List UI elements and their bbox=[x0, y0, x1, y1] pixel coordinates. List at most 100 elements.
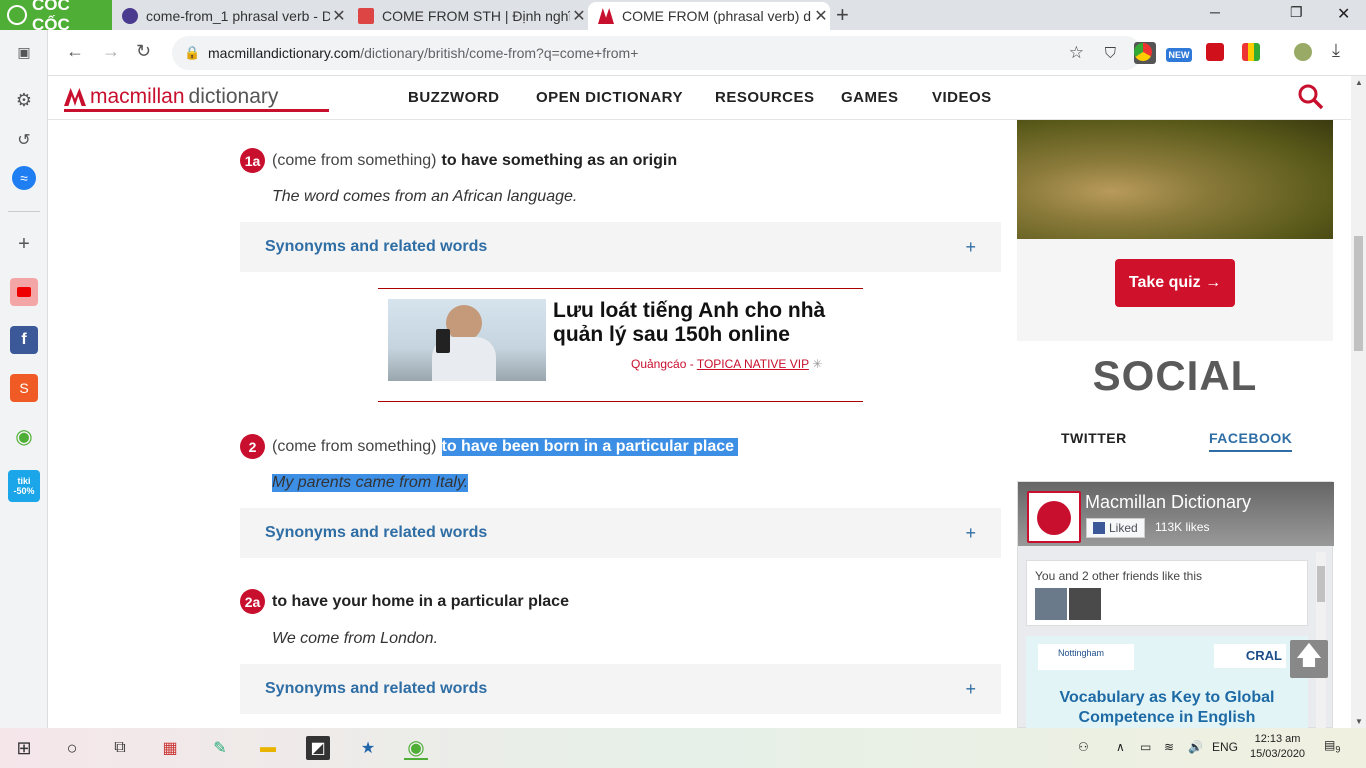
browser-toolbar: ← → ↻ 🔒 macmillandictionary.com/dictiona… bbox=[48, 30, 1366, 76]
window-icon[interactable]: ▣ bbox=[10, 38, 38, 66]
synonyms-toggle[interactable]: Synonyms and related words + bbox=[240, 664, 1001, 714]
maximize-window-icon[interactable]: ❐ bbox=[1290, 4, 1303, 21]
color-ext-icon[interactable] bbox=[1242, 43, 1260, 61]
volume-icon[interactable]: 🔊 bbox=[1188, 740, 1203, 754]
forward-icon[interactable]: → bbox=[102, 41, 120, 62]
fb-page-avatar[interactable] bbox=[1027, 491, 1081, 543]
browser-sidebar: ▣ ⚙ ↺ ≈ + f S ◉ tiki -50% bbox=[0, 30, 48, 728]
sense-number-badge: 2a bbox=[240, 589, 265, 614]
close-tab-icon[interactable]: ✕ bbox=[570, 6, 588, 26]
youtube-icon[interactable] bbox=[10, 278, 38, 306]
facebook-icon[interactable]: f bbox=[10, 326, 38, 354]
app-pinned-icon[interactable]: ▦ bbox=[158, 736, 182, 760]
file-explorer-icon[interactable]: ▬ bbox=[256, 736, 280, 760]
ad-phone bbox=[436, 329, 450, 353]
shield-icon[interactable]: ⛉ bbox=[1105, 45, 1116, 62]
nav-games[interactable]: GAMES bbox=[841, 89, 899, 106]
sense-grammar: (come from something) bbox=[272, 151, 437, 169]
wifi-icon[interactable]: ≋ bbox=[1164, 740, 1174, 754]
tray-chevron-icon[interactable]: ∧ bbox=[1116, 740, 1125, 754]
tab-facebook[interactable]: FACEBOOK bbox=[1209, 430, 1293, 452]
clock-time: 12:13 am bbox=[1254, 733, 1301, 745]
scroll-up-icon[interactable]: ▲ bbox=[1355, 78, 1363, 87]
nav-resources[interactable]: RESOURCES bbox=[715, 89, 815, 106]
scroll-down-icon[interactable]: ▼ bbox=[1355, 717, 1363, 726]
bookmark-star-icon[interactable]: ☆ bbox=[1069, 43, 1084, 63]
tab-2[interactable]: COME FROM STH | Định nghĩ ✕ bbox=[348, 2, 588, 30]
tab-twitter[interactable]: TWITTER bbox=[1061, 430, 1127, 446]
minimize-window-icon[interactable]: ─ bbox=[1210, 4, 1220, 20]
sense-2a: 2a to have your home in a particular pla… bbox=[240, 589, 569, 614]
advertisement[interactable]: Lưu loát tiếng Anh cho nhà quản lý sau 1… bbox=[378, 288, 863, 402]
ad-source-link[interactable]: TOPICA NATIVE VIP bbox=[697, 357, 809, 371]
system-clock[interactable]: 12:13 am 15/03/2020 bbox=[1250, 732, 1305, 762]
page-scrollbar[interactable]: ▲ ▼ bbox=[1351, 76, 1366, 728]
coccoc-brand-button[interactable]: CỐC CỐC bbox=[0, 0, 112, 34]
red-ext-icon[interactable] bbox=[1206, 43, 1224, 61]
close-tab-icon[interactable]: ✕ bbox=[330, 6, 348, 26]
take-quiz-button[interactable]: Take quiz → bbox=[1115, 259, 1235, 307]
app-star-icon[interactable]: ★ bbox=[356, 736, 380, 760]
add-icon[interactable]: + bbox=[10, 230, 38, 258]
reload-icon[interactable]: ↻ bbox=[136, 41, 151, 62]
scroll-thumb[interactable] bbox=[1354, 236, 1363, 351]
search-icon[interactable] bbox=[1298, 84, 1324, 110]
nav-open-dictionary[interactable]: OPEN DICTIONARY bbox=[536, 89, 683, 106]
close-window-icon[interactable]: ✕ bbox=[1337, 4, 1350, 24]
tab-3-active[interactable]: COME FROM (phrasal verb) d ✕ bbox=[588, 2, 830, 30]
task-view-icon[interactable]: ⧉ bbox=[108, 736, 132, 760]
synonyms-toggle[interactable]: Synonyms and related words + bbox=[240, 222, 1001, 272]
expand-plus-icon[interactable]: + bbox=[965, 523, 976, 544]
new-tab-icon[interactable]: + bbox=[836, 2, 849, 28]
coccoc-taskbar-icon[interactable]: ◉ bbox=[404, 736, 428, 760]
nav-videos[interactable]: VIDEOS bbox=[932, 89, 992, 106]
sense-number-badge: 2 bbox=[240, 434, 265, 459]
battery-icon[interactable]: ▭ bbox=[1140, 740, 1151, 754]
search-circle-icon[interactable]: ○ bbox=[60, 736, 84, 760]
fb-post-ad[interactable]: Nottingham CRAL Vocabulary as Key to Glo… bbox=[1026, 636, 1308, 728]
gear-icon[interactable]: ⚙ bbox=[10, 86, 38, 114]
synonyms-label: Synonyms and related words bbox=[265, 238, 488, 255]
downloads-icon[interactable]: ⤓ bbox=[1332, 40, 1340, 61]
friend-avatar[interactable] bbox=[1069, 588, 1101, 620]
logo-dictionary-text: dictionary bbox=[188, 85, 279, 108]
fb-ad-org2: CRAL bbox=[1214, 644, 1286, 668]
expand-plus-icon[interactable]: + bbox=[965, 679, 976, 700]
chrome-ext-icon[interactable] bbox=[1134, 43, 1152, 61]
profile-avatar-icon[interactable] bbox=[1294, 43, 1312, 61]
expand-plus-icon[interactable]: + bbox=[965, 237, 976, 258]
paint-app-icon[interactable]: ✎ bbox=[208, 736, 232, 760]
url-path: /dictionary/british/come-from?q=come+fro… bbox=[360, 45, 639, 61]
history-icon[interactable]: ↺ bbox=[10, 126, 38, 154]
quiz-box: Take quiz → bbox=[1017, 239, 1333, 341]
new-badge-ext-icon[interactable]: NEW bbox=[1166, 48, 1192, 62]
cambridge-favicon-icon bbox=[358, 8, 374, 24]
coccoc-logo-icon bbox=[7, 5, 27, 25]
back-icon[interactable]: ← bbox=[66, 41, 84, 62]
url-domain: macmillandictionary.com bbox=[208, 45, 361, 61]
tab-1[interactable]: come-from_1 phrasal verb - D ✕ bbox=[112, 2, 348, 30]
friend-avatar[interactable] bbox=[1035, 588, 1067, 620]
language-indicator[interactable]: ENG bbox=[1212, 740, 1238, 754]
coccoc-icon[interactable]: ◉ bbox=[10, 422, 38, 450]
close-tab-icon[interactable]: ✕ bbox=[812, 6, 830, 26]
ad-title[interactable]: Lưu loát tiếng Anh cho nhà quản lý sau 1… bbox=[553, 299, 853, 347]
fb-liked-button[interactable]: Liked bbox=[1086, 518, 1145, 538]
tiki-icon[interactable]: tiki -50% bbox=[8, 470, 40, 502]
macmillan-logo[interactable]: macmillan dictionary bbox=[64, 85, 329, 112]
people-icon[interactable]: ⚇ bbox=[1078, 740, 1089, 754]
nav-buzzword[interactable]: BUZZWORD bbox=[408, 89, 499, 106]
browser-tab-bar: CỐC CỐC come-from_1 phrasal verb - D ✕ C… bbox=[0, 0, 1366, 34]
fb-header: Macmillan Dictionary Liked 113K likes bbox=[1018, 482, 1334, 546]
address-bar[interactable]: 🔒 macmillandictionary.com/dictionary/bri… bbox=[172, 36, 1156, 70]
messenger-icon[interactable]: ≈ bbox=[12, 166, 36, 190]
shopee-icon[interactable]: S bbox=[10, 374, 38, 402]
app-dark-icon[interactable]: ◩ bbox=[306, 736, 330, 760]
synonyms-toggle[interactable]: Synonyms and related words + bbox=[240, 508, 1001, 558]
back-to-top-button[interactable]: 🡅 bbox=[1290, 640, 1328, 678]
notification-icon[interactable]: ▤9 bbox=[1324, 738, 1340, 754]
puzzle-image bbox=[1017, 120, 1333, 239]
windows-start-icon[interactable]: ⊞ bbox=[12, 736, 36, 760]
fb-scroll-thumb[interactable] bbox=[1317, 566, 1325, 602]
fb-page-name[interactable]: Macmillan Dictionary bbox=[1085, 492, 1251, 513]
